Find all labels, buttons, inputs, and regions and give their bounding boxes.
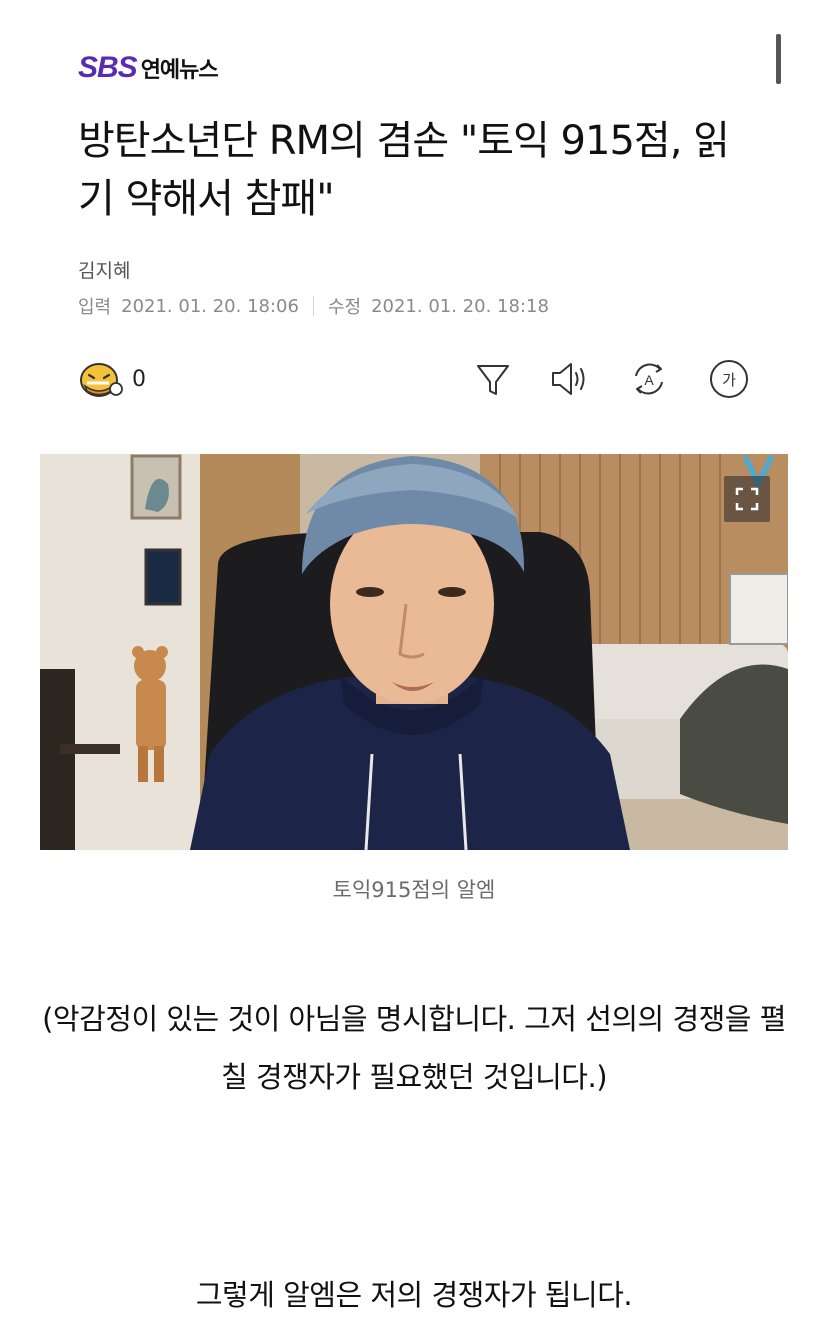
article-photo[interactable]	[40, 454, 788, 850]
article-toolbar: 0 A 가	[78, 356, 758, 402]
filter-icon[interactable]	[472, 358, 514, 400]
article-paragraph: (악감정이 있는 것이 아님을 명시합니다. 그저 선의의 경쟁을 펼칠 경쟁자…	[42, 1002, 786, 1094]
modified-date-label: 수정	[327, 297, 362, 318]
scroll-indicator[interactable]	[776, 34, 781, 84]
font-size-glyph: 가	[722, 371, 736, 389]
expand-photo-button[interactable]	[724, 476, 770, 522]
reaction-count: 0	[132, 366, 146, 392]
date-divider	[312, 296, 314, 316]
photo-caption: 토익915점의 알엠	[332, 878, 496, 902]
modified-date: 2021. 01. 20. 18:18	[371, 295, 549, 317]
article-author[interactable]: 김지혜	[78, 256, 130, 283]
translate-glyph: A	[644, 372, 654, 388]
site-header: SBS 연예뉴스	[78, 50, 219, 86]
expand-icon	[735, 487, 759, 511]
input-date: 2021. 01. 20. 18:06	[121, 295, 299, 317]
translate-icon[interactable]: A	[628, 358, 670, 400]
article-paragraph: 그렇게 알엠은 저의 경쟁자가 됩니다.	[195, 1278, 633, 1312]
speaker-icon[interactable]	[548, 358, 590, 400]
section-name[interactable]: 연예뉴스	[141, 52, 219, 84]
article-dates: 입력 2021. 01. 20. 18:06 수정 2021. 01. 20. …	[78, 293, 549, 319]
reaction-icon	[80, 363, 123, 397]
font-size-icon[interactable]: 가	[708, 358, 750, 400]
brand-logo[interactable]: SBS	[78, 51, 138, 85]
photo-illustration	[40, 454, 788, 850]
article-title: 방탄소년단 RM의 겸손 "토익 915점, 읽기 약해서 참패"	[78, 118, 730, 222]
input-date-label: 입력	[78, 297, 112, 318]
reaction-button[interactable]: 0	[78, 358, 146, 400]
